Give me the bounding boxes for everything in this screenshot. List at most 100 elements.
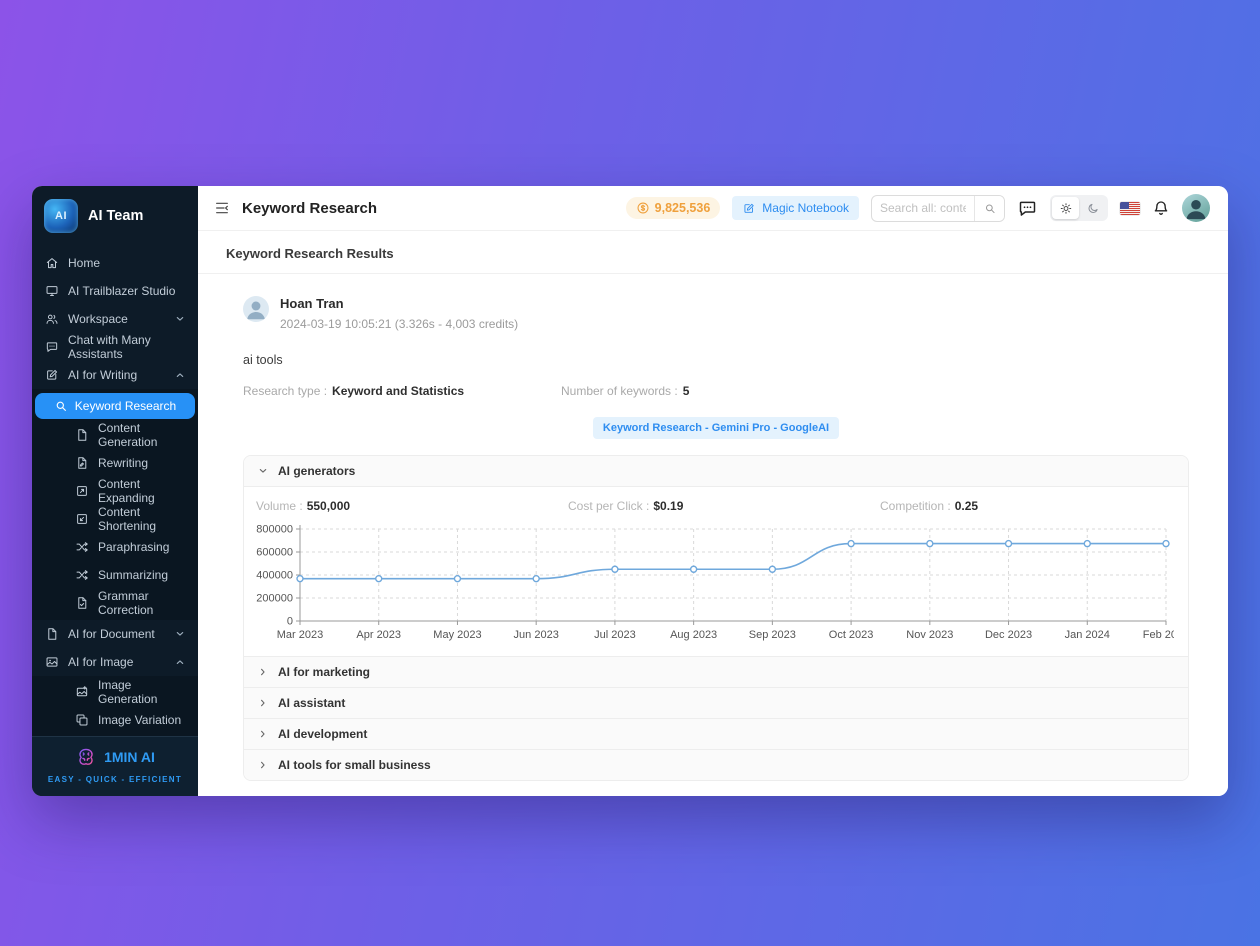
ai-for-writing-submenu: Keyword Research Content Generation Rewr… xyxy=(32,389,198,620)
chevron-right-icon xyxy=(258,698,268,708)
keyword-accordion: AI generators Volume :550,000 Cost per C… xyxy=(243,455,1189,781)
sidebar-group-ai-for-document[interactable]: AI for Document xyxy=(32,620,198,648)
sidebar-group-ai-for-image[interactable]: AI for Image xyxy=(32,648,198,676)
sidebar-item-ai-trailblazer-studio[interactable]: AI Trailblazer Studio xyxy=(32,277,198,305)
sidebar-item-content-shortening[interactable]: Content Shortening xyxy=(32,505,198,533)
app-title: AI Team xyxy=(88,208,143,224)
accordion-item-ai-for-marketing: AI for marketing xyxy=(244,656,1188,687)
result-meta-row: Research type :Keyword and Statistics Nu… xyxy=(243,384,1189,398)
file-check-icon xyxy=(75,596,89,610)
sidebar: AI AI Team Home AI Trailblazer Studio Wo… xyxy=(32,186,198,796)
dark-mode-button[interactable] xyxy=(1079,197,1106,219)
svg-text:Dec 2023: Dec 2023 xyxy=(985,629,1032,641)
model-badge-row: Keyword Research - Gemini Pro - GoogleAI xyxy=(243,417,1189,439)
svg-text:Oct 2023: Oct 2023 xyxy=(829,629,874,641)
users-icon xyxy=(45,312,59,326)
expand-icon xyxy=(75,484,89,498)
chevron-right-icon xyxy=(258,729,268,739)
svg-text:Aug 2023: Aug 2023 xyxy=(670,629,717,641)
app-logo-row: AI AI Team xyxy=(32,186,198,245)
sidebar-item-label: Image Generation xyxy=(98,678,185,706)
brand-tagline: EASY - QUICK - EFFICIENT xyxy=(38,775,192,784)
sidebar-item-home[interactable]: Home xyxy=(32,249,198,277)
person-icon xyxy=(1182,194,1210,222)
sidebar-item-label: Home xyxy=(68,256,100,270)
sidebar-item-label: Paraphrasing xyxy=(98,540,169,554)
prompt-text: ai tools xyxy=(243,353,1189,367)
result-user-meta: Hoan Tran 2024-03-19 10:05:21 (3.326s - … xyxy=(280,296,518,331)
svg-text:600000: 600000 xyxy=(256,547,293,559)
accordion-header-ai-tools-for-small-business[interactable]: AI tools for small business xyxy=(244,750,1188,780)
credits-count: 9,825,536 xyxy=(655,201,711,215)
sidebar-item-grammar-correction[interactable]: Grammar Correction xyxy=(32,589,198,617)
main-panel: Keyword Research 9,825,536 Magic Noteboo… xyxy=(198,186,1228,796)
chevron-up-icon xyxy=(175,657,185,667)
stat-competition: Competition :0.25 xyxy=(880,499,978,513)
accordion-header-ai-generators[interactable]: AI generators xyxy=(244,456,1188,486)
sidebar-item-keyword-research[interactable]: Keyword Research xyxy=(35,393,195,419)
sidebar-item-paraphrasing[interactable]: Paraphrasing xyxy=(32,533,198,561)
sidebar-footer: 1MIN AI EASY - QUICK - EFFICIENT xyxy=(32,736,198,796)
credits-badge[interactable]: 9,825,536 xyxy=(626,197,721,219)
competition-label: Competition : xyxy=(880,499,951,513)
person-icon xyxy=(243,296,269,322)
sidebar-item-label: Chat with Many Assistants xyxy=(68,333,185,361)
cpc-label: Cost per Click : xyxy=(568,499,649,513)
sidebar-item-chat-with-many-assistants[interactable]: Chat with Many Assistants xyxy=(32,333,198,361)
app-logo-icon: AI xyxy=(44,199,78,233)
model-badge[interactable]: Keyword Research - Gemini Pro - GoogleAI xyxy=(593,417,839,439)
svg-text:0: 0 xyxy=(287,616,293,628)
result-user-avatar xyxy=(243,296,269,322)
chevron-down-icon xyxy=(175,314,185,324)
keyword-count-label: Number of keywords : xyxy=(561,384,678,398)
support-chat-icon[interactable] xyxy=(1017,198,1038,219)
sidebar-item-summarizing[interactable]: Summarizing xyxy=(32,561,198,589)
search-icon xyxy=(983,202,997,215)
magic-notebook-button[interactable]: Magic Notebook xyxy=(732,196,859,220)
sidebar-item-content-expanding[interactable]: Content Expanding xyxy=(32,477,198,505)
keyword-name: AI for marketing xyxy=(278,665,370,679)
svg-text:Feb 2024: Feb 2024 xyxy=(1143,629,1174,641)
sidebar-item-label: Content Expanding xyxy=(98,477,185,505)
user-avatar[interactable] xyxy=(1182,194,1210,222)
sidebar-item-image-generation[interactable]: Image Generation xyxy=(32,678,198,706)
stat-volume: Volume :550,000 xyxy=(256,499,568,513)
file-pen-icon xyxy=(75,456,89,470)
sidebar-item-label: Keyword Research xyxy=(75,399,176,413)
edit-icon xyxy=(742,202,756,215)
sidebar-item-workspace[interactable]: Workspace xyxy=(32,305,198,333)
sidebar-item-image-variation[interactable]: Image Variation xyxy=(32,706,198,734)
theme-toggle xyxy=(1050,195,1108,221)
brand-row: 1MIN AI xyxy=(38,746,192,768)
accordion-item-ai-development: AI development xyxy=(244,718,1188,749)
sidebar-nav: Home AI Trailblazer Studio Workspace Cha… xyxy=(32,249,198,736)
delete-button[interactable]: Delete xyxy=(243,794,298,796)
sidebar-item-rewriting[interactable]: Rewriting xyxy=(32,449,198,477)
notifications-bell-icon[interactable] xyxy=(1152,199,1170,217)
moon-icon xyxy=(1086,202,1100,215)
sidebar-item-content-generation[interactable]: Content Generation xyxy=(32,421,198,449)
result-timestamp: 2024-03-19 10:05:21 (3.326s - 4,003 cred… xyxy=(280,317,518,331)
sidebar-item-label: AI for Image xyxy=(68,655,133,669)
chat-bubble-icon xyxy=(45,340,59,354)
search-input[interactable] xyxy=(872,201,974,215)
keyword-count-value: 5 xyxy=(683,384,690,398)
research-type-value: Keyword and Statistics xyxy=(332,384,464,398)
app-window: AI AI Team Home AI Trailblazer Studio Wo… xyxy=(32,186,1228,796)
sidebar-group-ai-for-writing[interactable]: AI for Writing xyxy=(32,361,198,389)
accordion-header-ai-for-marketing[interactable]: AI for marketing xyxy=(244,657,1188,687)
accordion-header-ai-development[interactable]: AI development xyxy=(244,719,1188,749)
image-icon xyxy=(45,655,59,669)
accordion-header-ai-assistant[interactable]: AI assistant xyxy=(244,688,1188,718)
keyword-stats-row: Volume :550,000 Cost per Click : $0.19 Co… xyxy=(252,497,1180,519)
language-flag-us[interactable] xyxy=(1120,202,1140,215)
keyword-name: AI development xyxy=(278,727,367,741)
cpc-value: $0.19 xyxy=(653,499,683,513)
keyword-name: AI tools for small business xyxy=(278,758,431,772)
collapse-sidebar-icon[interactable] xyxy=(214,200,230,216)
chevron-right-icon xyxy=(258,760,268,770)
search-button[interactable] xyxy=(974,196,1004,221)
search-icon xyxy=(54,399,68,413)
light-mode-button[interactable] xyxy=(1052,197,1079,219)
file-icon xyxy=(75,428,89,442)
